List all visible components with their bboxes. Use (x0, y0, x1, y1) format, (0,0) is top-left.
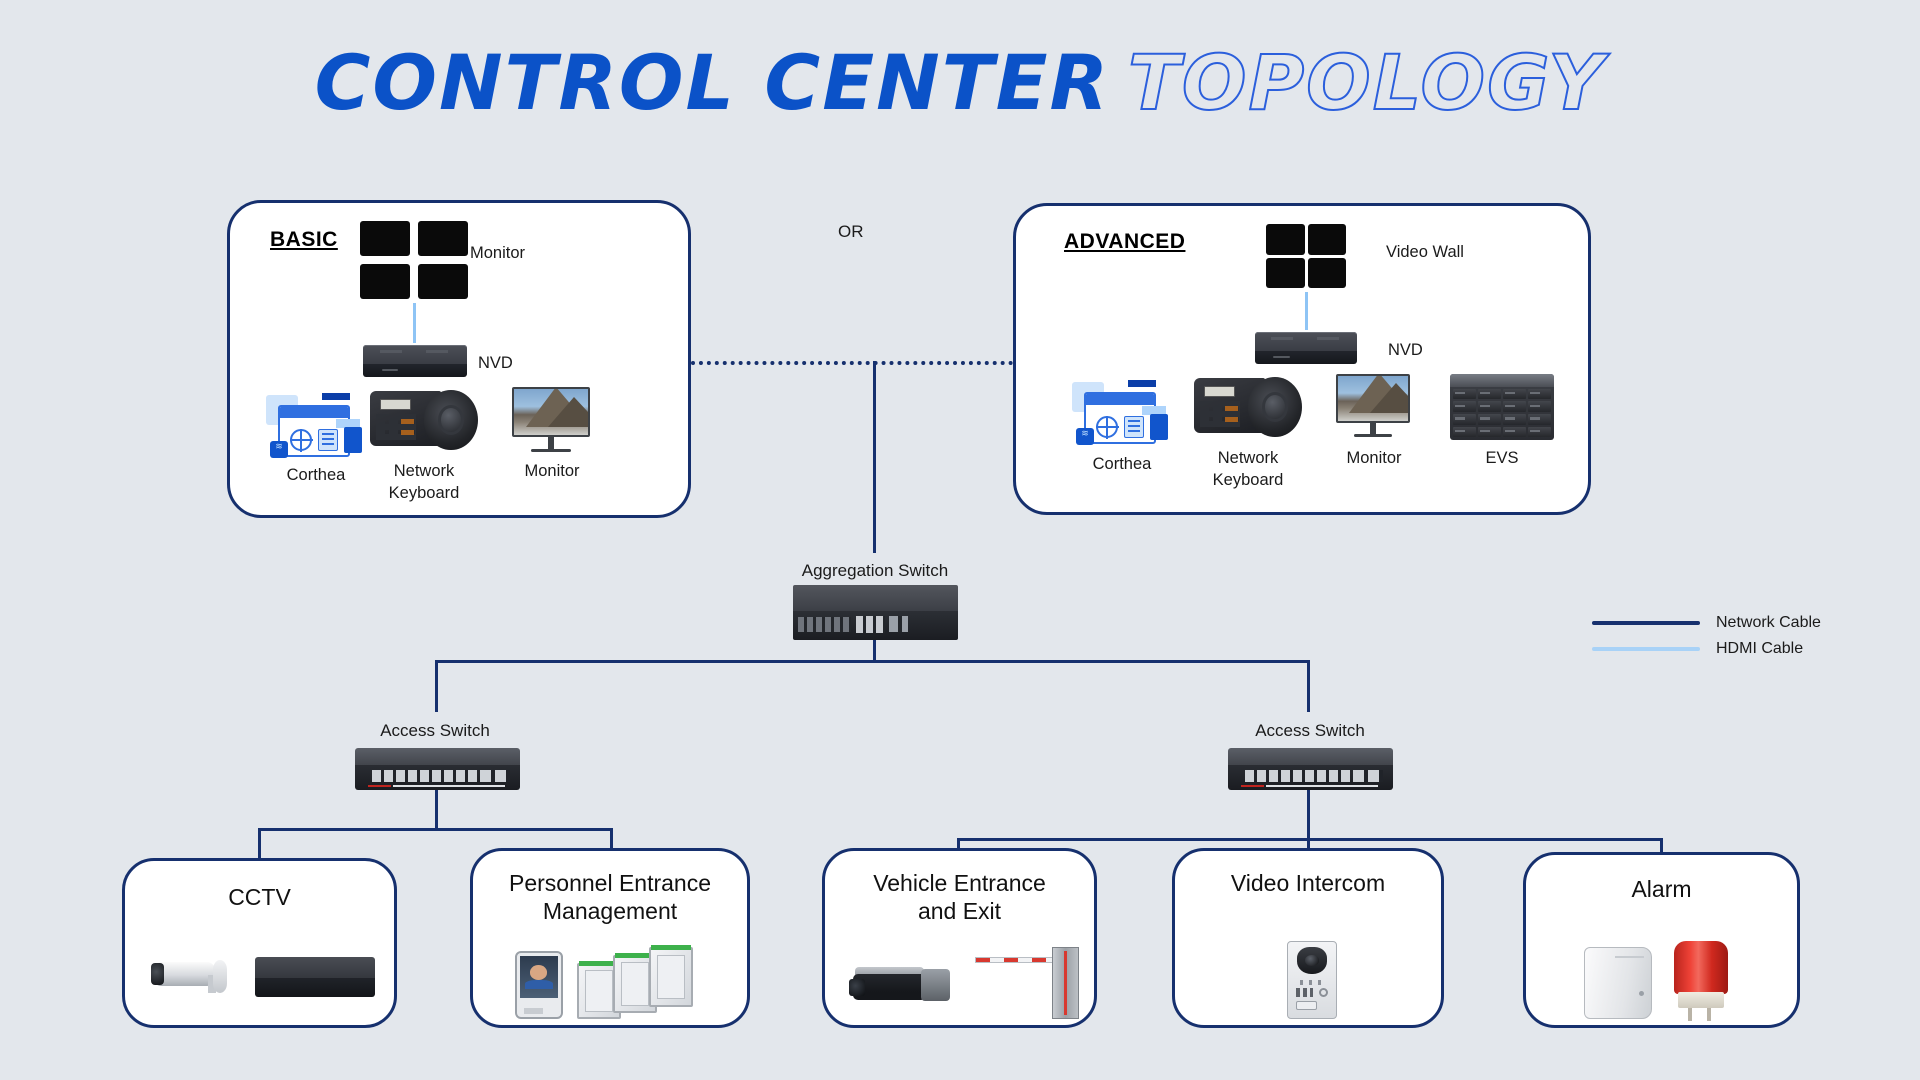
basic-panel-heading: BASIC (270, 228, 338, 251)
video-intercom-title: Video Intercom (1230, 870, 1386, 896)
right-switch-downlink (1307, 790, 1310, 840)
alarm-title: Alarm (1631, 876, 1692, 902)
access-switch-right-label: Access Switch (1255, 721, 1365, 740)
network-keyboard-icon-advanced (1194, 374, 1302, 440)
nvd-device-basic (363, 345, 467, 377)
legend-row-network-cable: Network Cable (1592, 614, 1821, 632)
access-switch-right-drop (1307, 660, 1310, 712)
access-switch-right-device (1228, 748, 1393, 790)
corthea-software-icon-advanced: ≋ (1070, 378, 1174, 448)
video-wall-tile (1266, 224, 1305, 255)
hdmi-cable-label: HDMI Cable (1716, 640, 1804, 657)
left-branch-cctv-drop (258, 828, 261, 860)
alarm-hub-icon (1584, 947, 1652, 1019)
advanced-video-wall-label: Video Wall (1386, 243, 1464, 261)
desktop-monitor-icon-advanced (1336, 374, 1410, 440)
personnel-entrance-title: Personnel Entrance Management (508, 870, 711, 925)
desktop-monitor-icon-basic (512, 387, 590, 455)
corthea-software-icon: ≋ (264, 391, 368, 461)
basic-monitor-top-label: Monitor (470, 244, 526, 262)
video-wall-tile (1307, 224, 1346, 255)
monitor-tile (360, 221, 410, 256)
category-box-cctv[interactable]: CCTV (122, 858, 397, 1028)
category-box-vehicle-entrance[interactable]: Vehicle Entrance and Exit (822, 848, 1097, 1028)
evs-storage-icon (1450, 374, 1554, 440)
hdmi-cable-basic (413, 303, 416, 343)
left-switch-downlink (435, 790, 438, 830)
advanced-network-keyboard-label: Network Keyboard (1212, 449, 1284, 489)
advanced-nvd-label: NVD (1388, 341, 1423, 359)
vehicle-entrance-title: Vehicle Entrance and Exit (873, 870, 1046, 925)
video-door-station-icon (1287, 941, 1337, 1019)
network-cable-swatch (1592, 621, 1700, 625)
basic-network-keyboard-label: Network Keyboard (388, 462, 460, 502)
access-switch-left-device (355, 748, 520, 790)
page-title: CONTROL CENTER TOPOLOGY (0, 37, 1920, 128)
video-wall-tile (1307, 257, 1346, 288)
video-wall-tile (1266, 257, 1305, 288)
category-box-video-intercom[interactable]: Video Intercom (1172, 848, 1444, 1028)
video-wall-icon (1266, 224, 1346, 288)
monitor-wall-icon (360, 221, 468, 299)
right-branch-bus (957, 838, 1663, 841)
aggregation-switch-device (793, 585, 958, 640)
advanced-panel[interactable]: ADVANCED Video Wall NVD ≋ Corthea Networ… (1013, 203, 1591, 515)
advanced-monitor-label: Monitor (1346, 449, 1402, 467)
left-branch-bus (258, 828, 613, 831)
monitor-tile (418, 264, 468, 299)
speed-gate-icon (649, 945, 693, 1007)
category-box-personnel-entrance[interactable]: Personnel Entrance Management (470, 848, 750, 1028)
monitor-tile (418, 221, 468, 256)
basic-panel[interactable]: BASIC Monitor NVD ≋ Corthea Network Keyb… (227, 200, 691, 518)
anpr-camera-icon (849, 959, 971, 1017)
legend-row-hdmi-cable: HDMI Cable (1592, 640, 1803, 658)
hdmi-cable-swatch (1592, 647, 1700, 651)
advanced-panel-heading: ADVANCED (1064, 230, 1186, 253)
advanced-corthea-label: Corthea (1092, 455, 1152, 473)
topology-canvas: CONTROL CENTER TOPOLOGY OR BASIC Monitor … (0, 0, 1920, 1080)
basic-nvd-label: NVD (478, 354, 513, 372)
or-label: OR (838, 222, 864, 241)
face-recognition-terminal-icon (515, 951, 563, 1019)
cctv-title: CCTV (228, 884, 291, 910)
aggregation-downlink (873, 640, 876, 662)
access-switch-left-drop (435, 660, 438, 712)
network-keyboard-icon-basic (370, 387, 478, 453)
hdmi-cable-advanced (1305, 292, 1308, 330)
basic-monitor-label: Monitor (524, 462, 580, 480)
network-cable-label: Network Cable (1716, 614, 1821, 631)
title-outline-text: TOPOLOGY (1127, 37, 1606, 128)
access-switch-bus (435, 660, 1310, 663)
nvd-device-advanced (1255, 332, 1357, 364)
advanced-evs-label: EVS (1485, 449, 1519, 467)
legend: Network Cable HDMI Cable (1592, 614, 1872, 664)
panel-link-dotted-line (691, 361, 1013, 365)
title-solid-text: CONTROL CENTER (314, 38, 1110, 127)
bullet-camera-icon (151, 951, 241, 1003)
access-switch-left-label: Access Switch (380, 721, 490, 740)
trunk-to-aggregation (873, 361, 876, 553)
monitor-tile (360, 264, 410, 299)
alarm-siren-icon (1674, 941, 1728, 1021)
nvr-recorder-icon (255, 957, 375, 997)
aggregation-switch-label: Aggregation Switch (801, 561, 949, 580)
barrier-gate-icon (975, 947, 1079, 1019)
category-box-alarm[interactable]: Alarm (1523, 852, 1800, 1028)
basic-corthea-label: Corthea (286, 466, 346, 484)
